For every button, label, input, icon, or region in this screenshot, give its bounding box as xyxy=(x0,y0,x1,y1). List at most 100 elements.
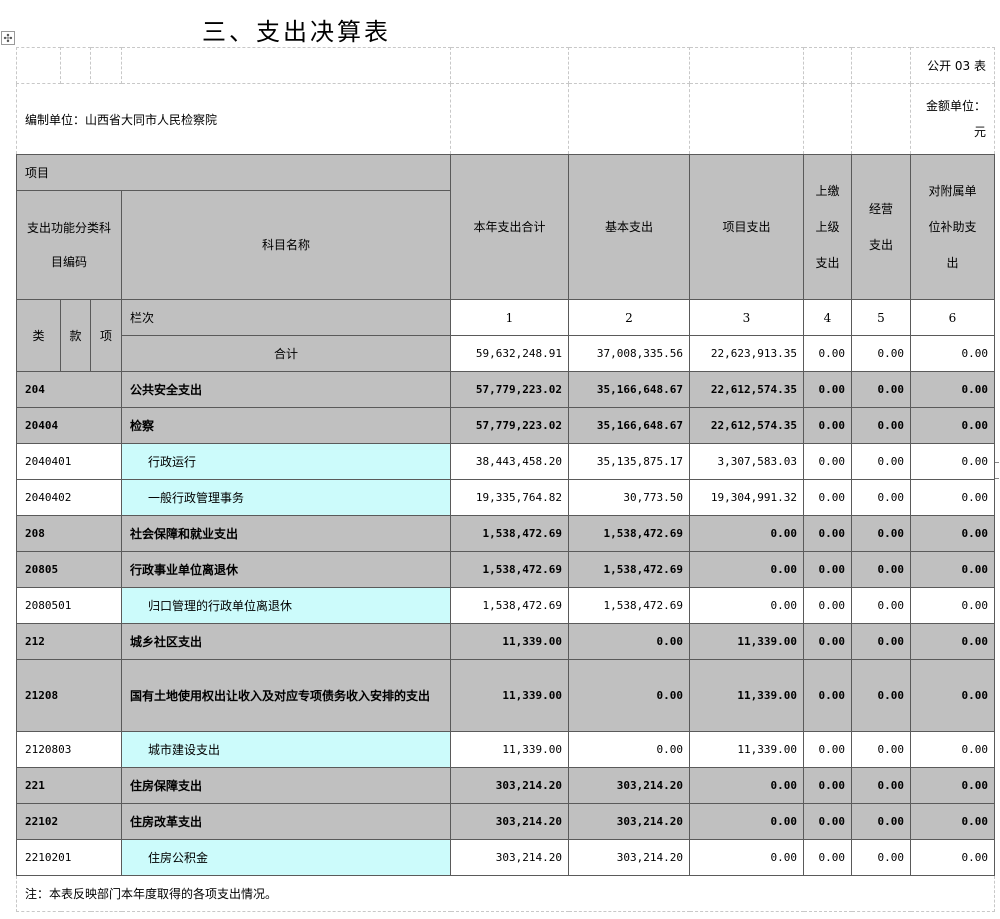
row-value: 303,214.20 xyxy=(450,767,569,804)
row-code: 204 xyxy=(16,371,122,408)
blank-cell xyxy=(450,47,569,84)
row-value: 0.00 xyxy=(851,407,911,444)
table-row: 20805 行政事业单位离退休 1,538,472.69 1,538,472.69 0.… xyxy=(16,551,995,588)
row-code: 221 xyxy=(16,767,122,804)
table-note: 注：本表反映部门本年度取得的各项支出情况。 xyxy=(16,875,995,912)
row-value: 0.00 xyxy=(910,767,995,804)
row-value: 303,214.20 xyxy=(450,839,569,876)
row-code: 2080501 xyxy=(16,587,122,624)
table-row: 208 社会保障和就业支出 1,538,472.69 1,538,472.69 0.00… xyxy=(16,515,995,552)
row-value: 0.00 xyxy=(910,551,995,588)
blank-cell xyxy=(803,47,852,84)
row-value: 0.00 xyxy=(689,515,804,552)
row-value: 11,339.00 xyxy=(689,623,804,660)
header-lei: 类 xyxy=(16,299,61,372)
row-name: 住房公积金 xyxy=(121,839,451,876)
row-value: 0.00 xyxy=(803,515,852,552)
row-code: 20404 xyxy=(16,407,122,444)
table-row: 212 城乡社区支出 11,339.00 0.00 11,339.00 0.00 0.00 0… xyxy=(16,623,995,660)
row-value: 1,538,472.69 xyxy=(568,587,690,624)
row-value: 0.00 xyxy=(910,479,995,516)
page-title: 三、支出决算表 xyxy=(202,18,391,46)
row-value: 0.00 xyxy=(851,551,911,588)
row-value: 11,339.00 xyxy=(450,623,569,660)
total-value: 37,008,335.56 xyxy=(568,335,690,372)
row-name: 一般行政管理事务 xyxy=(121,479,451,516)
table-row: 2040401 行政运行 38,443,458.20 35,135,875.17 3,3… xyxy=(16,443,995,480)
row-value: 1,538,472.69 xyxy=(568,551,690,588)
blank-cell xyxy=(689,47,804,84)
row-value: 30,773.50 xyxy=(568,479,690,516)
table-row: 2210201 住房公积金 303,214.20 303,214.20 0.00 0.00… xyxy=(16,839,995,876)
row-value: 0.00 xyxy=(803,659,852,732)
unit-cell: 金额单位： 元 xyxy=(910,83,995,155)
row-code: 22102 xyxy=(16,803,122,840)
header-subsidy: 对附属单位补助支出 xyxy=(910,154,995,300)
header-project: 项目支出 xyxy=(689,154,804,300)
col-index: 3 xyxy=(689,299,804,336)
row-value: 0.00 xyxy=(851,803,911,840)
row-value: 0.00 xyxy=(910,407,995,444)
header-total: 本年支出合计 xyxy=(450,154,569,300)
row-value: 303,214.20 xyxy=(450,803,569,840)
row-name: 住房保障支出 xyxy=(121,767,451,804)
header-func-code: 支出功能分类科目编码 xyxy=(16,190,122,300)
row-value: 0.00 xyxy=(568,731,690,768)
col-index: 6 xyxy=(910,299,995,336)
form-code: 公开 03 表 xyxy=(910,47,995,84)
blank-cell xyxy=(121,47,451,84)
table-row: 20404 检察 57,779,223.02 35,166,648.67 22,612,… xyxy=(16,407,995,444)
row-value: 0.00 xyxy=(851,659,911,732)
row-value: 0.00 xyxy=(910,587,995,624)
row-value: 22,612,574.35 xyxy=(689,371,804,408)
row-code: 21208 xyxy=(16,659,122,732)
row-value: 0.00 xyxy=(689,551,804,588)
blank-cell xyxy=(851,83,911,155)
row-value: 35,166,648.67 xyxy=(568,371,690,408)
row-value: 35,135,875.17 xyxy=(568,443,690,480)
row-value: 19,304,991.32 xyxy=(689,479,804,516)
row-name: 行政事业单位离退休 xyxy=(121,551,451,588)
row-code: 20805 xyxy=(16,551,122,588)
row-value: 38,443,458.20 xyxy=(450,443,569,480)
row-value: 0.00 xyxy=(803,551,852,588)
row-value: 0.00 xyxy=(689,587,804,624)
col-index: 5 xyxy=(851,299,911,336)
row-value: 0.00 xyxy=(851,515,911,552)
unit-value: 元 xyxy=(973,125,986,139)
row-value: 0.00 xyxy=(910,371,995,408)
row-value: 0.00 xyxy=(803,479,852,516)
table-row: 204 公共安全支出 57,779,223.02 35,166,648.67 22,61… xyxy=(16,371,995,408)
row-value: 57,779,223.02 xyxy=(450,371,569,408)
row-value: 0.00 xyxy=(910,515,995,552)
table-row: 21208 国有土地使用权出让收入及对应专项债务收入安排的支出 11,339.00 0… xyxy=(16,659,995,732)
col-index: 2 xyxy=(568,299,690,336)
header-upper: 上缴上级支出 xyxy=(803,154,852,300)
row-value: 0.00 xyxy=(803,371,852,408)
row-value: 0.00 xyxy=(910,443,995,480)
row-value: 19,335,764.82 xyxy=(450,479,569,516)
row-value: 0.00 xyxy=(803,803,852,840)
row-value: 0.00 xyxy=(851,479,911,516)
row-code: 2040402 xyxy=(16,479,122,516)
table-move-handle-icon[interactable]: ✣ xyxy=(1,31,15,45)
table-row: 2040402 一般行政管理事务 19,335,764.82 30,773.50 19,… xyxy=(16,479,995,516)
header-business: 经营支出 xyxy=(851,154,911,300)
row-value: 1,538,472.69 xyxy=(568,515,690,552)
row-value: 0.00 xyxy=(803,407,852,444)
total-value: 59,632,248.91 xyxy=(450,335,569,372)
row-value: 0.00 xyxy=(851,767,911,804)
row-value: 0.00 xyxy=(851,839,911,876)
row-value: 0.00 xyxy=(568,623,690,660)
header-lanci: 栏次 xyxy=(121,299,451,336)
row-value: 0.00 xyxy=(910,731,995,768)
blank-cell xyxy=(689,83,804,155)
row-value: 0.00 xyxy=(803,623,852,660)
total-label: 合计 xyxy=(121,335,451,372)
row-value: 0.00 xyxy=(803,839,852,876)
total-value: 0.00 xyxy=(851,335,911,372)
row-name: 城乡社区支出 xyxy=(121,623,451,660)
row-code: 2120803 xyxy=(16,731,122,768)
row-value: 0.00 xyxy=(803,731,852,768)
row-value: 1,538,472.69 xyxy=(450,587,569,624)
